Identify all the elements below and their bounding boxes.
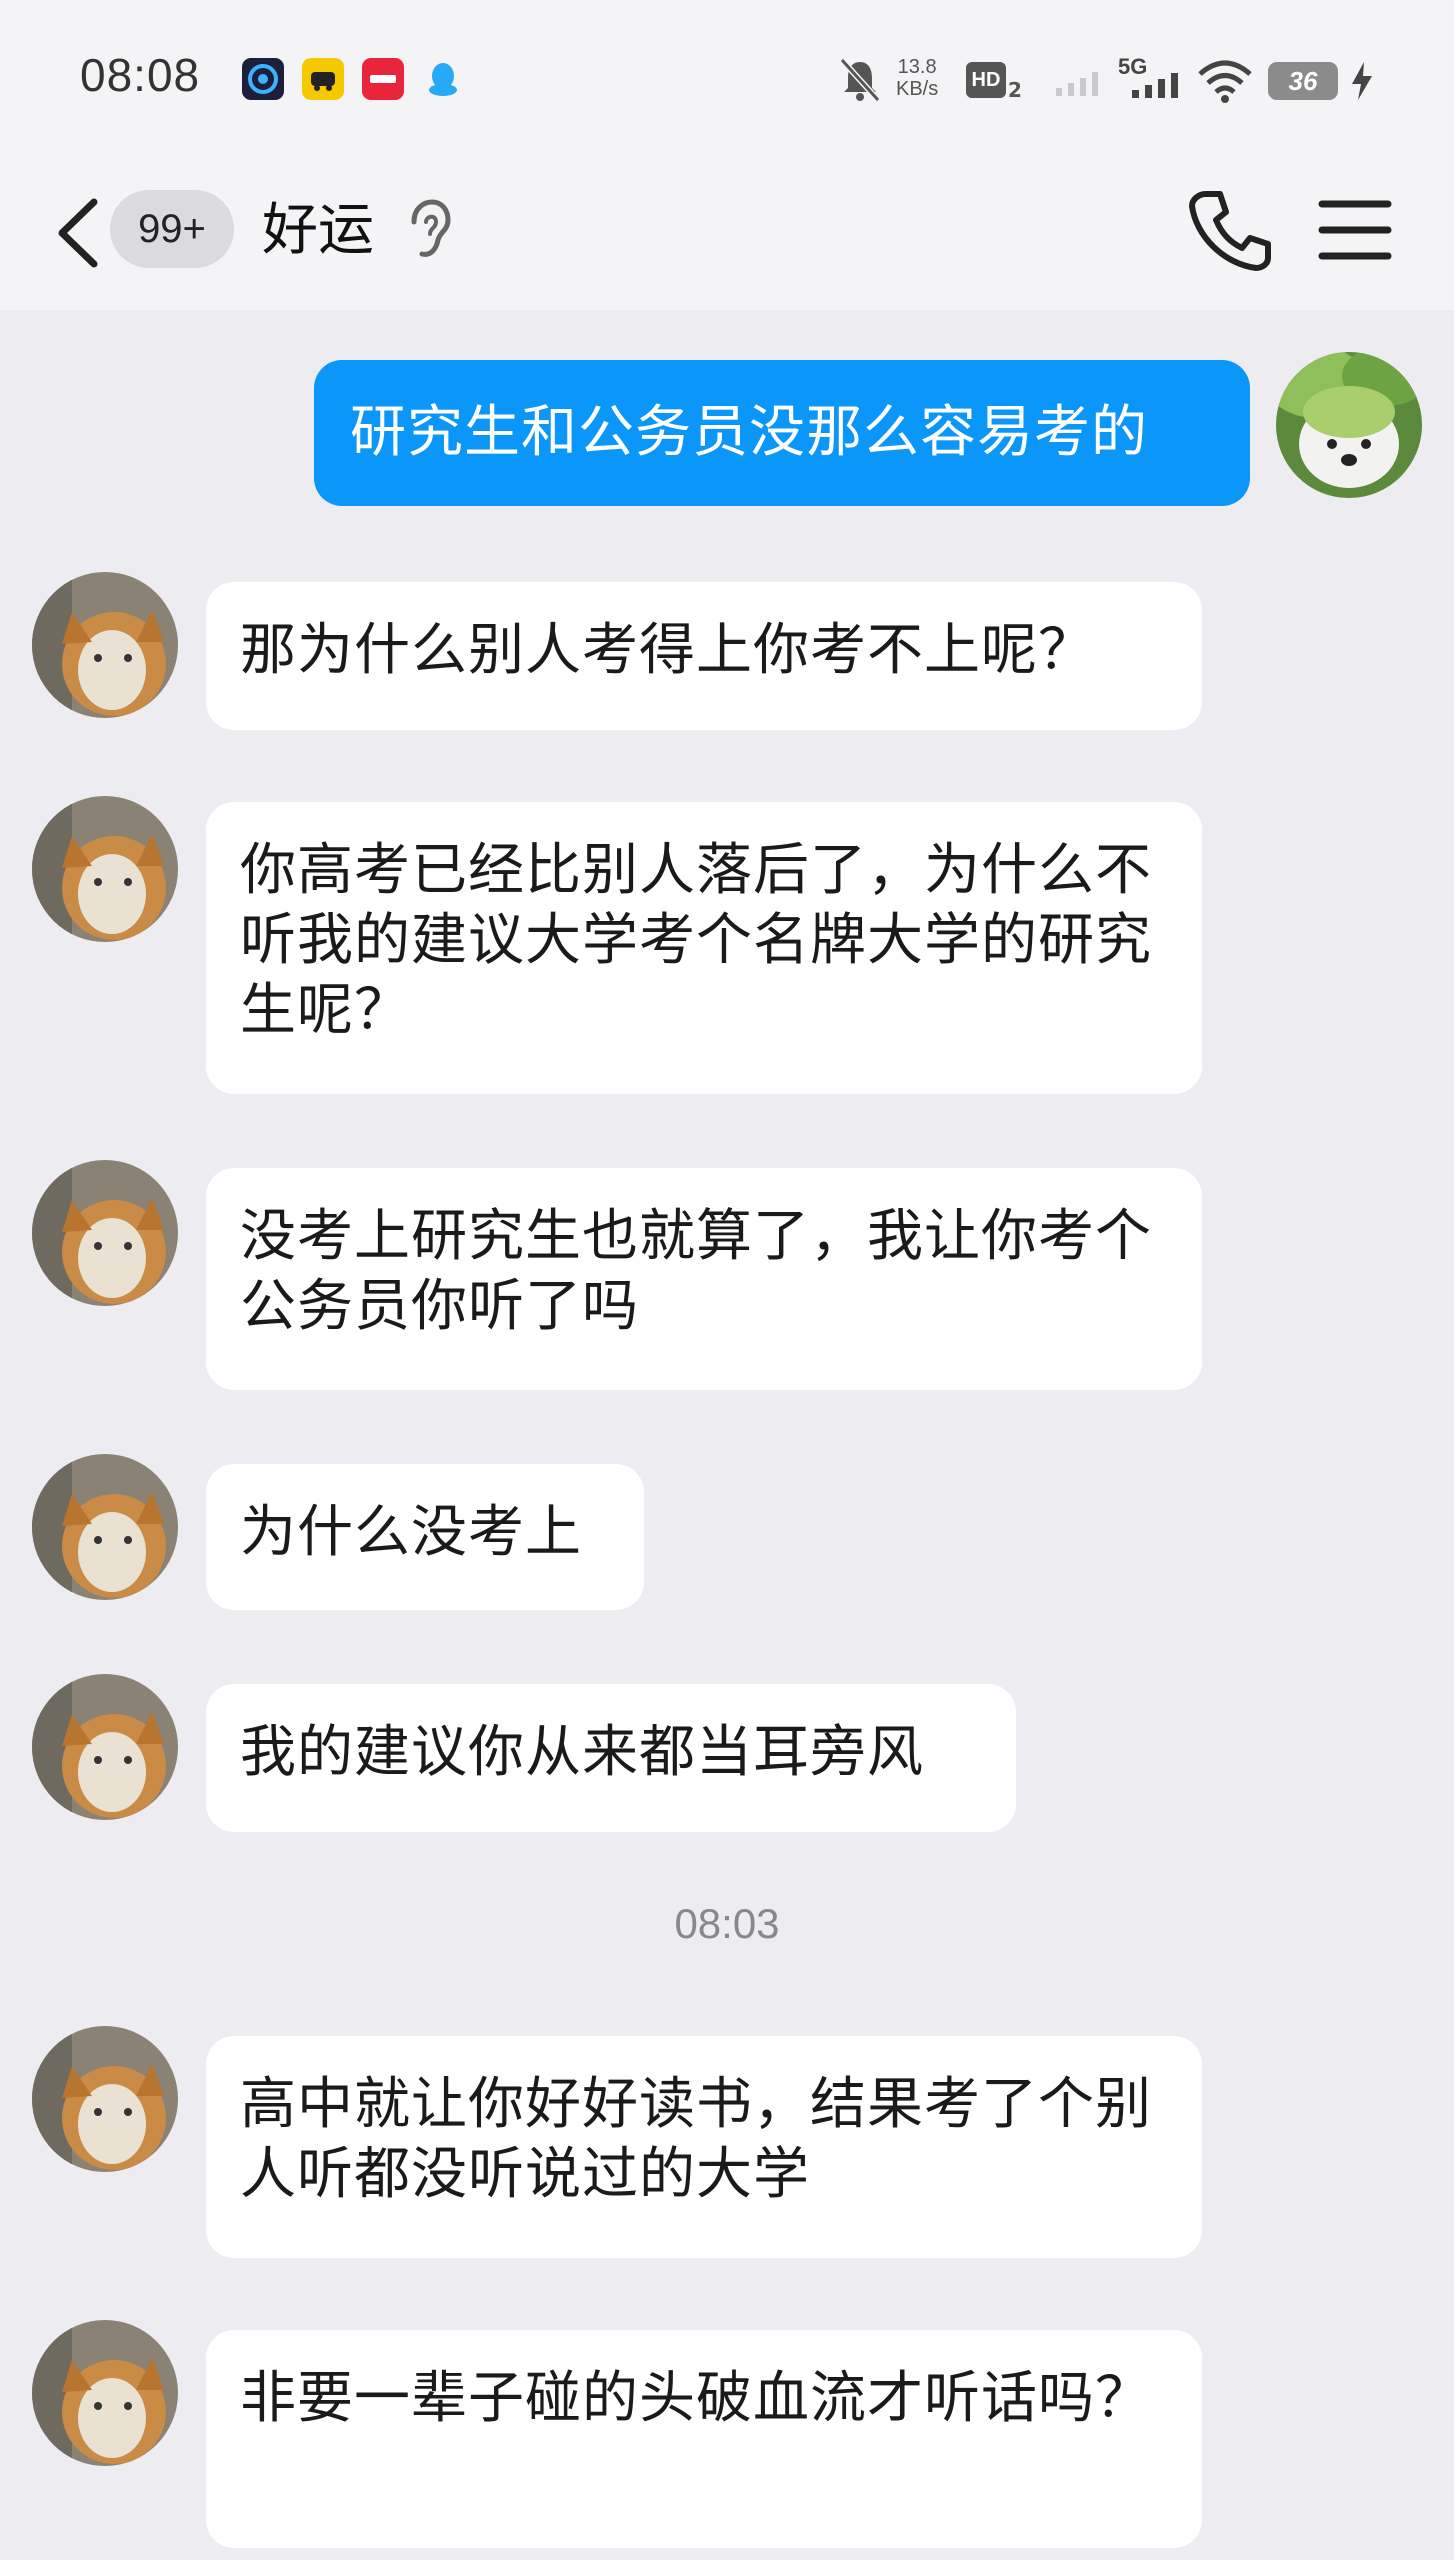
- car-app-icon: [302, 58, 344, 100]
- phone-icon: [1189, 191, 1271, 271]
- message-bubble-incoming[interactable]: 你高考已经比别人落后了，为什么不听我的建议大学考个名牌大学的研究生呢？: [206, 802, 1202, 1094]
- contact-avatar[interactable]: [32, 796, 178, 942]
- message-bubble-outgoing[interactable]: 研究生和公务员没那么容易考的: [314, 360, 1250, 506]
- signal-5g-icon: [1130, 72, 1184, 104]
- message-bubble-incoming[interactable]: 高中就让你好好读书，结果考了个别人听都没听说过的大学: [206, 2036, 1202, 2258]
- status-time: 08:08: [80, 49, 201, 101]
- unread-count-badge[interactable]: 99+: [110, 190, 234, 268]
- contact-avatar[interactable]: [32, 1674, 178, 1820]
- chat-header: 99+ 好运: [0, 150, 1454, 310]
- hd-badge: HD: [966, 62, 1006, 98]
- video-app-icon: [242, 58, 284, 100]
- hd-sub: 2: [1008, 78, 1022, 102]
- message-timestamp: 08:03: [674, 1900, 780, 1947]
- signal-empty-icon: [1054, 66, 1104, 102]
- message-bubble-incoming[interactable]: 那为什么别人考得上你考不上呢？: [206, 582, 1202, 730]
- message-bubble-incoming[interactable]: 为什么没考上: [206, 1464, 644, 1610]
- mute-icon: [838, 56, 882, 108]
- back-button[interactable]: [48, 188, 108, 278]
- charging-icon: [1350, 60, 1374, 106]
- earpiece-mode-icon[interactable]: [402, 196, 452, 266]
- net-speed-unit: KB/s: [896, 78, 939, 100]
- menu-icon: [1318, 200, 1392, 260]
- call-button[interactable]: [1180, 180, 1280, 280]
- red-app-icon: [362, 58, 404, 100]
- menu-button[interactable]: [1310, 180, 1400, 280]
- wifi-icon: [1196, 58, 1254, 108]
- message-bubble-incoming[interactable]: 我的建议你从来都当耳旁风: [206, 1684, 1016, 1832]
- net-speed-value: 13.8: [897, 56, 937, 78]
- my-avatar[interactable]: [1276, 352, 1422, 498]
- contact-avatar[interactable]: [32, 572, 178, 718]
- contact-avatar[interactable]: [32, 2026, 178, 2172]
- contact-avatar[interactable]: [32, 1454, 178, 1600]
- net-speed: 13.8 KB/s: [896, 56, 938, 100]
- battery-indicator: 36: [1268, 62, 1338, 100]
- contact-avatar[interactable]: [32, 1160, 178, 1306]
- message-bubble-incoming[interactable]: 没考上研究生也就算了，我让你考个公务员你听了吗: [206, 1168, 1202, 1390]
- contact-avatar[interactable]: [32, 2320, 178, 2466]
- message-bubble-incoming[interactable]: 非要一辈子碰的头破血流才听话吗？: [206, 2330, 1202, 2548]
- status-bar: 08:08 13.8 KB/s HD 2 5G 36: [0, 0, 1454, 150]
- chevron-left-icon: [58, 198, 98, 268]
- qq-penguin-icon: [422, 58, 464, 100]
- contact-name[interactable]: 好运: [262, 186, 374, 276]
